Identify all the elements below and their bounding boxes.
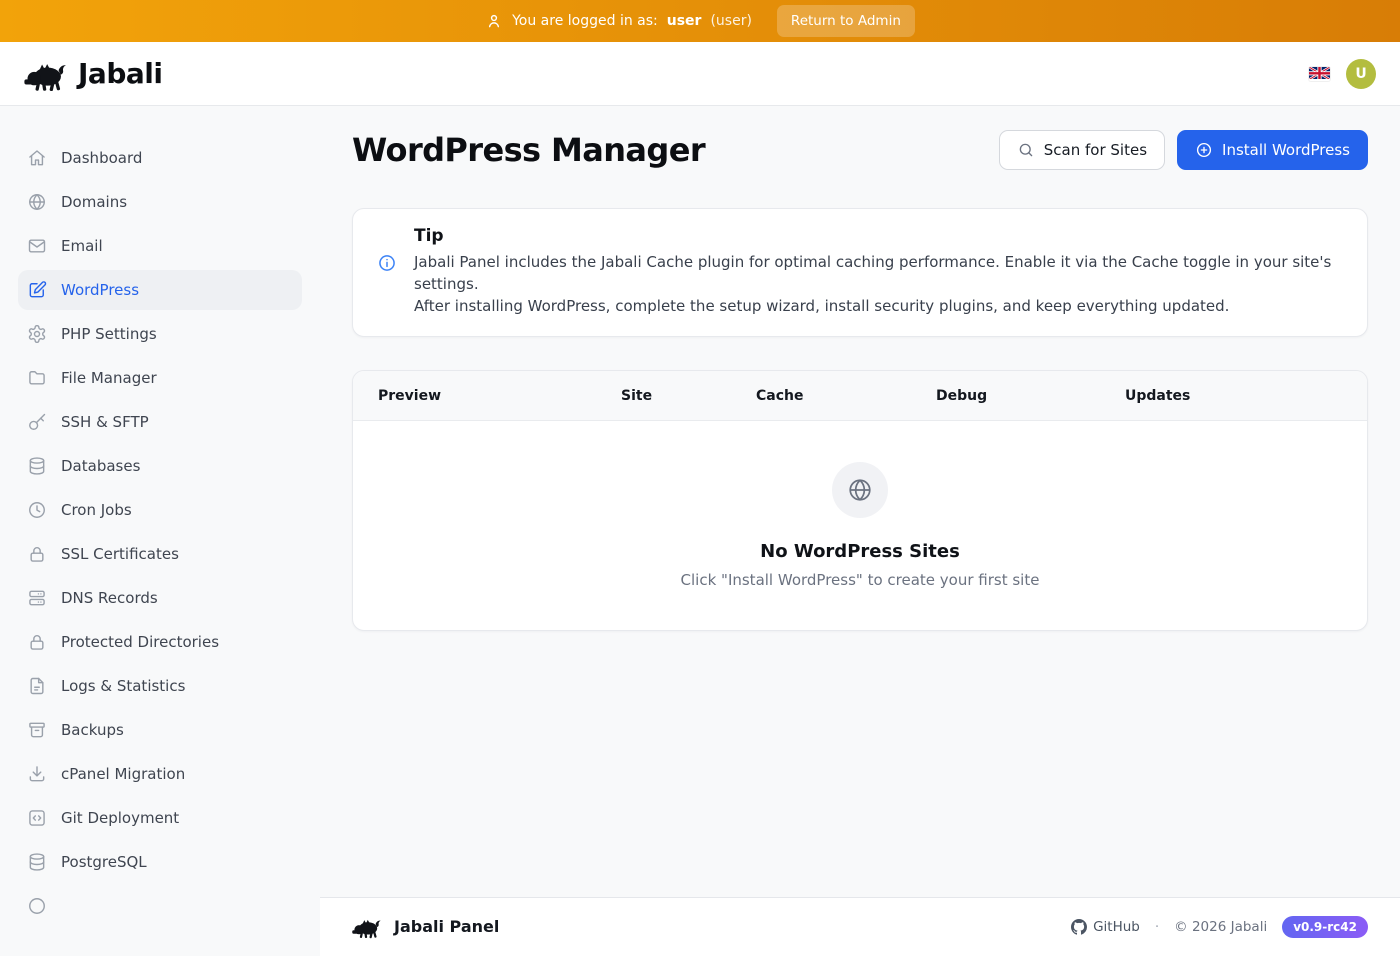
sidebar-item-label: PHP Settings: [61, 325, 157, 343]
user-avatar[interactable]: U: [1346, 59, 1376, 89]
plus-circle-icon: [1195, 141, 1213, 159]
sidebar-item-ssh-sftp[interactable]: SSH & SFTP: [18, 402, 302, 442]
tip-card: Tip Jabali Panel includes the Jabali Cac…: [352, 208, 1368, 337]
sidebar-item-logs-statistics[interactable]: Logs & Statistics: [18, 666, 302, 706]
main-area: WordPress Manager Scan for Sites Install…: [320, 106, 1400, 900]
github-link[interactable]: GitHub: [1071, 919, 1140, 935]
sidebar-item-wordpress[interactable]: WordPress: [18, 270, 302, 310]
column-header-preview: Preview: [378, 388, 621, 404]
gear-icon: [27, 324, 47, 344]
sidebar-item-partial[interactable]: [18, 886, 302, 926]
circle-icon: [27, 896, 47, 916]
github-icon: [1071, 919, 1087, 935]
info-icon: [377, 253, 397, 273]
boar-logo-icon: [24, 57, 68, 91]
sidebar-item-label: DNS Records: [61, 589, 158, 607]
code-square-icon: [27, 808, 47, 828]
sidebar-item-databases[interactable]: Databases: [18, 446, 302, 486]
sites-table: PreviewSiteCacheDebugUpdates No WordPres…: [352, 370, 1368, 631]
sidebar-item-label: PostgreSQL: [61, 853, 147, 871]
empty-state: No WordPress Sites Click "Install WordPr…: [353, 421, 1367, 630]
key-icon: [27, 412, 47, 432]
sidebar-item-label: Backups: [61, 721, 124, 739]
tip-title: Tip: [414, 226, 1343, 246]
sidebar-item-cron-jobs[interactable]: Cron Jobs: [18, 490, 302, 530]
scan-for-sites-button[interactable]: Scan for Sites: [999, 130, 1165, 170]
column-header-debug: Debug: [936, 388, 1125, 404]
impersonation-bar: You are logged in as: user (user) Return…: [0, 0, 1400, 42]
language-flag-uk-icon[interactable]: [1309, 67, 1330, 81]
sidebar-item-ssl-certificates[interactable]: SSL Certificates: [18, 534, 302, 574]
sidebar-item-git-deployment[interactable]: Git Deployment: [18, 798, 302, 838]
sidebar-item-label: Email: [61, 237, 103, 255]
sidebar-item-label: Databases: [61, 457, 140, 475]
version-badge: v0.9-rc42: [1282, 916, 1368, 938]
sidebar-item-label: Dashboard: [61, 149, 142, 167]
login-role: (user): [710, 13, 751, 29]
tip-body: Jabali Panel includes the Jabali Cache p…: [414, 251, 1343, 317]
footer-separator: ·: [1155, 919, 1159, 935]
sidebar-item-php-settings[interactable]: PHP Settings: [18, 314, 302, 354]
sidebar-item-dashboard[interactable]: Dashboard: [18, 138, 302, 178]
brand: Jabali: [24, 57, 162, 91]
login-username: user: [667, 13, 702, 29]
app-header: Jabali U: [0, 42, 1400, 106]
download-icon: [27, 764, 47, 784]
home-icon: [27, 148, 47, 168]
search-icon: [1017, 141, 1035, 159]
server-icon: [27, 588, 47, 608]
column-header-cache: Cache: [756, 388, 936, 404]
mail-icon: [27, 236, 47, 256]
sidebar-item-label: Domains: [61, 193, 127, 211]
app-footer: Jabali Panel GitHub · © 2026 Jabali v0.9…: [320, 897, 1400, 956]
sidebar-item-postgresql[interactable]: PostgreSQL: [18, 842, 302, 882]
sidebar-item-label: Cron Jobs: [61, 501, 132, 519]
edit-icon: [27, 280, 47, 300]
sidebar-item-cpanel-migration[interactable]: cPanel Migration: [18, 754, 302, 794]
sidebar-item-protected-directories[interactable]: Protected Directories: [18, 622, 302, 662]
sidebar-nav: Dashboard Domains Email WordPress PHP Settin…: [18, 138, 302, 926]
file-text-icon: [27, 676, 47, 696]
table-header-row: PreviewSiteCacheDebugUpdates: [353, 371, 1367, 421]
page-title: WordPress Manager: [352, 131, 705, 169]
sidebar-item-dns-records[interactable]: DNS Records: [18, 578, 302, 618]
brand-name: Jabali: [78, 57, 162, 90]
sidebar-item-label: SSH & SFTP: [61, 413, 149, 431]
sidebar-item-domains[interactable]: Domains: [18, 182, 302, 222]
lock-icon: [27, 632, 47, 652]
database-icon: [27, 456, 47, 476]
sidebar-item-label: Logs & Statistics: [61, 677, 185, 695]
globe-icon: [27, 192, 47, 212]
empty-state-title: No WordPress Sites: [760, 541, 960, 562]
folder-icon: [27, 368, 47, 388]
footer-brand-name: Jabali Panel: [394, 917, 499, 936]
globe-icon: [832, 462, 888, 518]
sidebar-item-email[interactable]: Email: [18, 226, 302, 266]
sidebar-item-label: Protected Directories: [61, 633, 219, 651]
empty-state-subtitle: Click "Install WordPress" to create your…: [681, 571, 1040, 589]
footer-boar-logo-icon: [352, 915, 382, 938]
footer-copyright: © 2026 Jabali: [1174, 919, 1267, 935]
sidebar: Dashboard Domains Email WordPress PHP Settin…: [0, 106, 320, 900]
return-to-admin-button[interactable]: Return to Admin: [777, 5, 915, 37]
person-icon: [485, 12, 503, 30]
clock-icon: [27, 500, 47, 520]
sidebar-item-label: cPanel Migration: [61, 765, 185, 783]
login-message: You are logged in as:: [512, 13, 658, 29]
column-header-site: Site: [621, 388, 756, 404]
column-header-updates: Updates: [1125, 388, 1342, 404]
sidebar-item-label: SSL Certificates: [61, 545, 179, 563]
sidebar-item-label: Git Deployment: [61, 809, 179, 827]
sidebar-item-file-manager[interactable]: File Manager: [18, 358, 302, 398]
install-wordpress-button[interactable]: Install WordPress: [1177, 130, 1368, 170]
sidebar-item-label: WordPress: [61, 281, 139, 299]
database-icon: [27, 852, 47, 872]
archive-icon: [27, 720, 47, 740]
lock-icon: [27, 544, 47, 564]
sidebar-item-label: File Manager: [61, 369, 157, 387]
sidebar-item-backups[interactable]: Backups: [18, 710, 302, 750]
